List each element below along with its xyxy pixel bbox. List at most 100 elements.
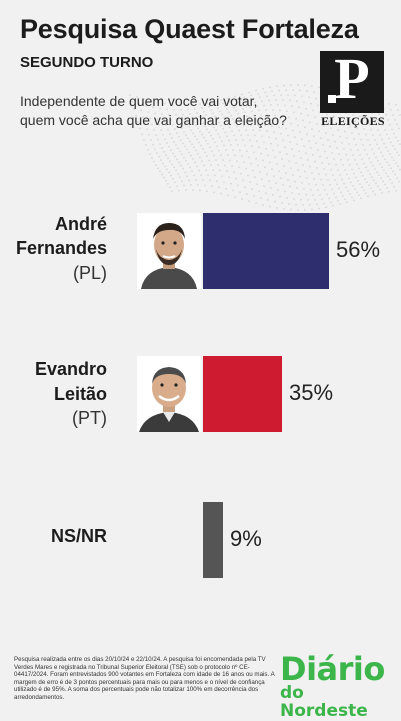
background-dot — [345, 153, 347, 156]
background-dot — [381, 166, 383, 169]
background-dot — [388, 137, 390, 140]
background-dot — [221, 175, 223, 178]
background-dot — [298, 150, 300, 153]
background-dot — [321, 198, 323, 201]
background-dot — [381, 192, 383, 194]
background-dot — [307, 199, 309, 201]
background-dot — [188, 179, 190, 182]
background-dot — [294, 180, 296, 183]
background-dot — [367, 139, 369, 141]
background-dot — [351, 132, 353, 134]
background-dot — [321, 162, 323, 164]
survey-question-line2: quem você acha que vai ganhar a eleição? — [20, 112, 287, 128]
background-dot — [327, 139, 329, 141]
background-dot — [360, 138, 362, 141]
background-dot — [303, 145, 305, 148]
background-dot — [154, 148, 156, 150]
background-dot — [349, 193, 351, 196]
background-dot — [387, 149, 389, 152]
logo-label: ELEIÇÕES — [321, 114, 385, 128]
background-dot — [395, 189, 397, 192]
background-dot — [362, 174, 364, 177]
background-dot — [207, 142, 209, 145]
background-dot — [189, 166, 191, 169]
background-dot — [265, 192, 267, 195]
background-dot — [349, 163, 351, 166]
background-dot — [264, 166, 266, 169]
background-dot — [339, 135, 341, 138]
background-dot — [249, 181, 251, 184]
background-dot — [143, 138, 145, 141]
background-dot — [312, 154, 314, 156]
logo-dot — [328, 95, 336, 103]
background-dot — [164, 165, 166, 168]
background-dot — [299, 175, 301, 178]
background-dot — [288, 160, 290, 163]
background-dot — [394, 173, 396, 176]
background-dot — [362, 144, 364, 146]
background-dot — [344, 130, 346, 133]
background-dot — [322, 184, 324, 186]
background-dot — [171, 163, 173, 166]
background-dot — [191, 143, 193, 146]
background-dot — [322, 144, 324, 146]
background-dot — [270, 187, 272, 190]
background-dot — [389, 123, 391, 126]
background-dot — [279, 151, 281, 154]
background-dot — [209, 179, 211, 182]
background-dot — [344, 198, 346, 201]
background-dot — [337, 169, 339, 171]
background-dot — [363, 189, 365, 192]
background-dot — [194, 161, 196, 164]
background-dot — [203, 164, 205, 167]
background-dot — [157, 138, 159, 141]
background-dot — [180, 139, 182, 142]
survey-question-line1: Independente de quem você vai votar, — [20, 93, 258, 109]
background-dot — [220, 192, 222, 195]
background-dot — [381, 138, 383, 141]
background-dot — [377, 159, 379, 162]
background-dot — [244, 186, 246, 189]
background-dot — [221, 140, 223, 143]
background-dot — [274, 200, 276, 203]
background-dot — [318, 207, 320, 210]
background-dot — [396, 123, 398, 126]
background-dot — [216, 145, 218, 148]
background-dot — [336, 183, 338, 186]
background-dot — [299, 131, 301, 134]
background-dot — [295, 162, 297, 165]
background-dot — [339, 203, 341, 206]
background-dot — [346, 137, 348, 139]
background-dot — [305, 152, 307, 155]
background-dot — [234, 154, 236, 157]
background-dot — [189, 140, 191, 143]
background-dot — [392, 170, 394, 173]
background-dot — [286, 153, 288, 156]
background-dot — [371, 176, 373, 179]
background-dot — [177, 147, 179, 150]
background-dot — [338, 187, 340, 190]
background-dot — [276, 207, 278, 209]
background-dot — [379, 188, 381, 191]
background-dot — [347, 159, 349, 161]
background-dot — [176, 132, 178, 134]
background-dot — [367, 169, 369, 172]
background-dot — [334, 140, 336, 143]
background-dot — [295, 203, 297, 206]
background-dot — [261, 178, 263, 181]
background-dot — [175, 169, 177, 172]
background-dot — [300, 198, 302, 201]
background-dot — [356, 163, 358, 166]
background-dot — [348, 143, 350, 145]
background-dot — [225, 187, 227, 190]
background-dot — [273, 175, 275, 178]
background-dot — [228, 176, 230, 179]
background-dot — [314, 160, 316, 163]
background-dot — [394, 148, 396, 151]
methodology-note: Pesquisa realizada entre os dias 20/10/2… — [14, 656, 275, 701]
background-dot — [193, 174, 195, 177]
background-dot — [388, 103, 390, 105]
background-dot — [162, 162, 164, 165]
background-dot — [181, 153, 183, 156]
background-dot — [329, 183, 331, 186]
